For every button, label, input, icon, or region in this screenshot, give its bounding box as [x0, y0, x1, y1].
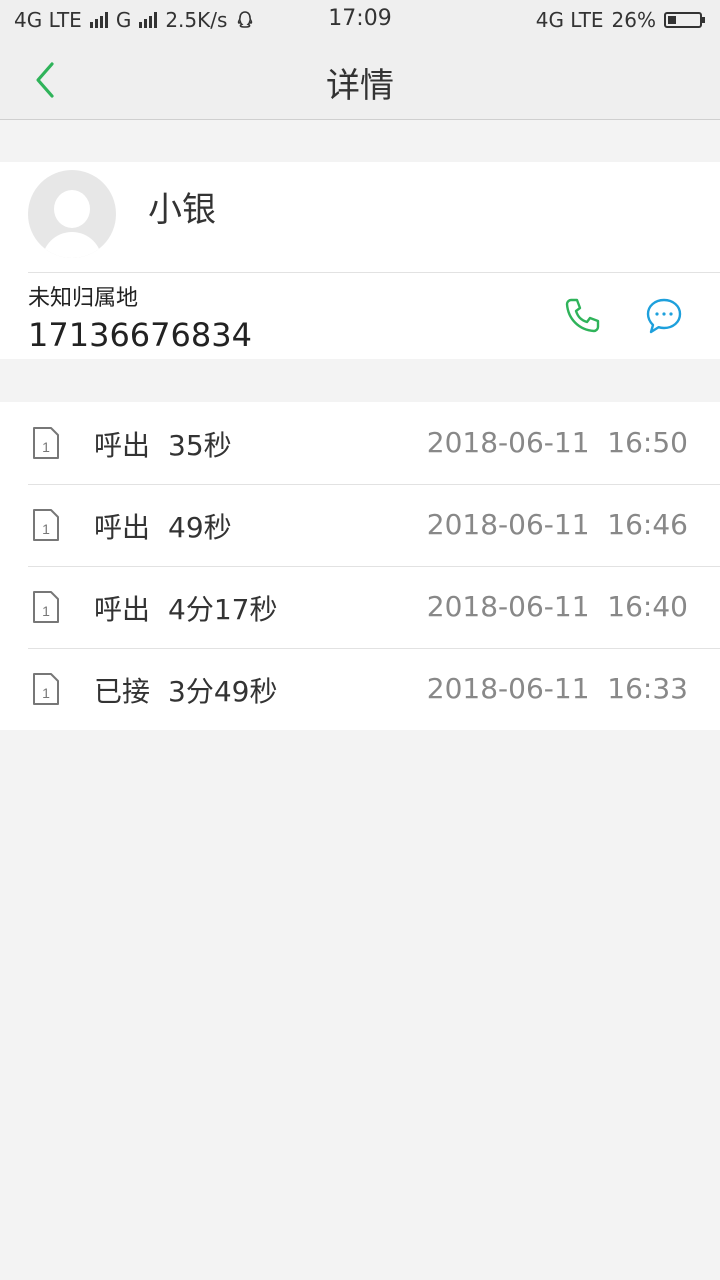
- phone-number[interactable]: 17136676834: [28, 316, 252, 354]
- call-duration: 35秒: [168, 429, 232, 462]
- call-duration: 4分17秒: [168, 593, 278, 626]
- call-type: 呼出: [94, 429, 151, 462]
- chat-bubble-icon: [646, 298, 682, 334]
- phone-location: 未知归属地: [28, 286, 139, 311]
- call-log-row[interactable]: 1 已接 3分49秒 2018-06-11 16:33: [0, 648, 720, 730]
- sim-card-icon: 1: [33, 673, 59, 705]
- phone-icon: [565, 298, 600, 333]
- avatar[interactable]: [28, 170, 116, 258]
- call-type: 已接: [94, 675, 151, 708]
- call-log-row[interactable]: 1 呼出 49秒 2018-06-11 16:46: [0, 484, 720, 566]
- svg-text:1: 1: [42, 685, 50, 701]
- call-time: 2018-06-11 16:40: [426, 590, 688, 623]
- avatar-head-shape: [54, 190, 90, 228]
- call-log-row[interactable]: 1 呼出 35秒 2018-06-11 16:50: [0, 402, 720, 484]
- sim-card-icon: 1: [33, 427, 59, 459]
- status-bar: 4G LTE G 2.5K/s 17:09 4G LTE 26%: [0, 0, 720, 42]
- contact-name: 小银: [148, 190, 216, 230]
- call-log-list: 1 呼出 35秒 2018-06-11 16:50 1 呼出 49秒 2018-…: [0, 402, 720, 730]
- page-title: 详情: [326, 66, 394, 106]
- contact-card: 小银 未知归属地 17136676834: [0, 162, 720, 359]
- call-button[interactable]: [562, 296, 602, 336]
- call-type: 呼出: [94, 511, 151, 544]
- call-duration: 49秒: [168, 511, 232, 544]
- divider: [28, 272, 720, 273]
- message-button[interactable]: [644, 296, 684, 336]
- call-time: 2018-06-11 16:50: [426, 426, 688, 459]
- battery-percent: 26%: [611, 8, 656, 32]
- battery-icon: [664, 12, 705, 28]
- status-right: 4G LTE 26%: [535, 8, 705, 32]
- call-log-row[interactable]: 1 呼出 4分17秒 2018-06-11 16:40: [0, 566, 720, 648]
- call-duration: 3分49秒: [168, 675, 278, 708]
- sim-card-icon: 1: [33, 591, 59, 623]
- svg-text:1: 1: [42, 439, 50, 455]
- svg-text:1: 1: [42, 521, 50, 537]
- avatar-body-shape: [42, 232, 102, 258]
- top-app-bar: 详情: [0, 42, 720, 120]
- call-time: 2018-06-11 16:46: [426, 508, 688, 541]
- call-type: 呼出: [94, 593, 151, 626]
- svg-text:1: 1: [42, 603, 50, 619]
- network-label-3: 4G LTE: [535, 8, 604, 32]
- call-time: 2018-06-11 16:33: [426, 672, 688, 705]
- sim-card-icon: 1: [33, 509, 59, 541]
